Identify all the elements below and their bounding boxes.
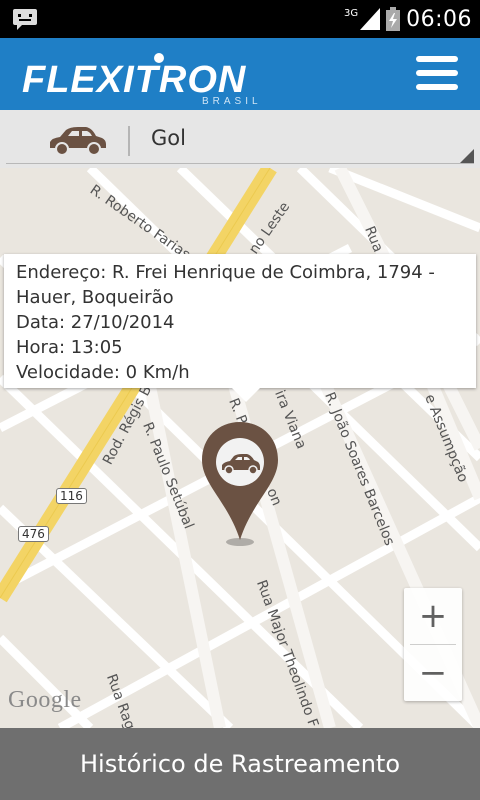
network-type: 3G — [343, 7, 359, 19]
hamburger-menu-icon[interactable] — [416, 56, 458, 92]
selected-vehicle: Gol — [151, 126, 186, 150]
separator — [128, 126, 130, 156]
battery-icon — [386, 7, 401, 31]
signal-icon — [360, 8, 381, 30]
route-shield: 116 — [56, 488, 87, 504]
zoom-in-button[interactable]: + — [404, 588, 462, 644]
info-date: Data: 27/10/2014 — [16, 312, 175, 333]
status-bar: 3G 06:06 — [0, 0, 480, 38]
info-address-line1: Endereço: R. Frei Henrique de Coimbra, 1… — [16, 262, 435, 283]
vehicle-selector[interactable]: Gol — [0, 110, 480, 168]
logo-text: FLEXITRON — [22, 59, 247, 101]
notification-icon — [13, 9, 37, 30]
zoom-controls: + − — [404, 588, 462, 701]
google-attribution: Google — [8, 687, 82, 713]
info-window[interactable]: Endereço: R. Frei Henrique de Coimbra, 1… — [4, 254, 476, 402]
tracking-history-button[interactable]: Histórico de Rastreamento — [0, 728, 480, 800]
info-address-line2: Hauer, Boqueirão — [16, 287, 174, 308]
app-bar: FLEXITRON BRASIL — [0, 38, 480, 110]
route-shield: 476 — [18, 526, 49, 542]
car-location-pin-icon[interactable] — [198, 418, 282, 548]
dropdown-arrow-icon — [460, 149, 474, 163]
map-view[interactable]: R. Roberto Farias no Leste Rua Rod. Régi… — [0, 168, 480, 728]
clock: 06:06 — [406, 6, 472, 32]
vehicle-spinner[interactable]: Gol — [6, 110, 474, 164]
info-speed: Velocidade: 0 Km/h — [16, 362, 190, 383]
zoom-out-button[interactable]: − — [404, 645, 462, 701]
car-icon — [50, 127, 106, 156]
flexitron-logo: FLEXITRON BRASIL — [22, 53, 262, 106]
info-time: Hora: 13:05 — [16, 337, 123, 358]
logo-subtext: BRASIL — [202, 96, 262, 106]
